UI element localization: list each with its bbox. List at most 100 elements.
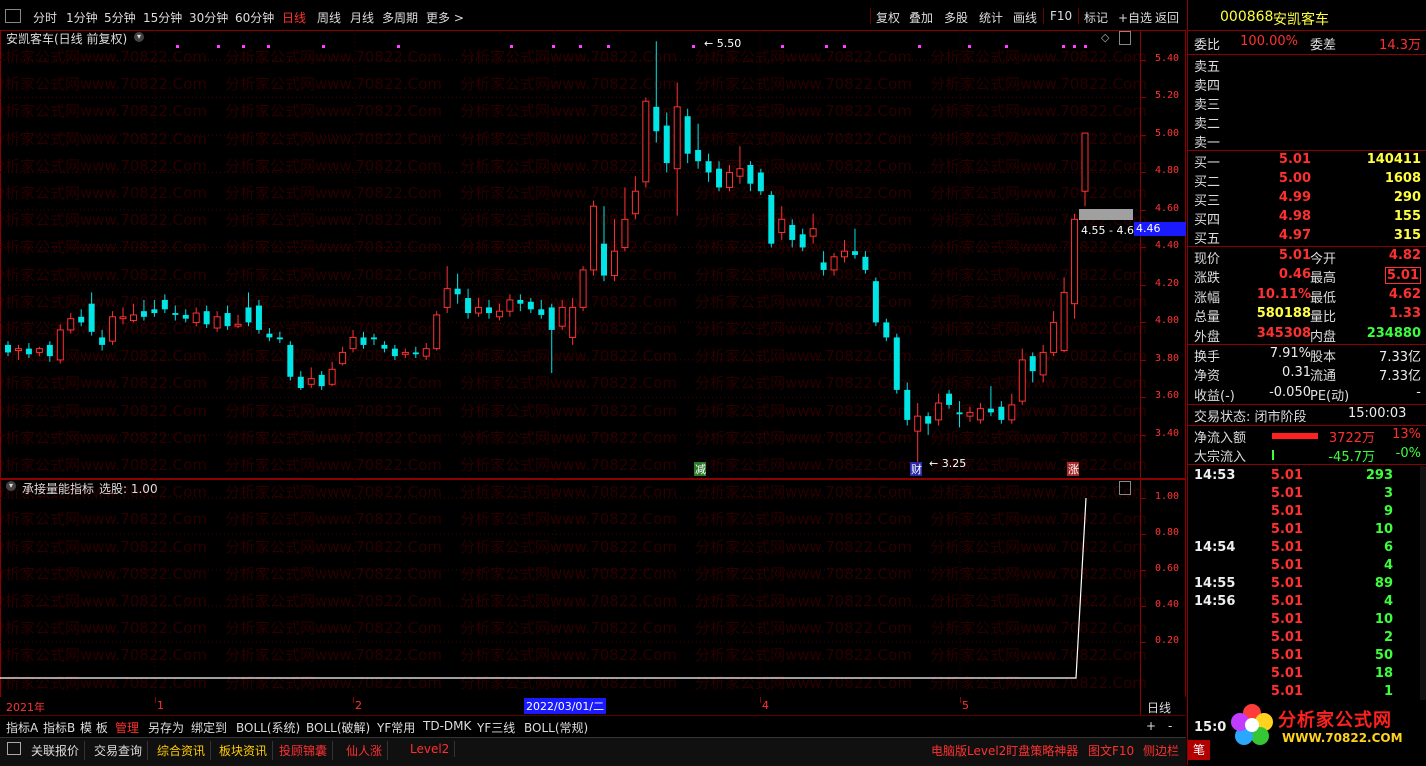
candle-body-up: [1050, 321, 1058, 353]
indicator-tab[interactable]: 模 板: [80, 719, 108, 736]
toolbar-button[interactable]: 画线: [1013, 9, 1037, 26]
panel-toggle-icon[interactable]: [7, 742, 21, 755]
signal-dot: [1084, 45, 1087, 48]
candle-body-down: [757, 172, 764, 192]
tick-time: 14:55: [1194, 576, 1236, 591]
price-axis-label: 4.80: [1155, 165, 1180, 177]
bottom-tab[interactable]: 投顾锦囊: [274, 741, 334, 760]
time-label: 5: [962, 699, 969, 712]
candle-body-down: [297, 376, 304, 389]
stat-label: 净资: [1194, 369, 1221, 385]
window-icon[interactable]: [5, 9, 21, 23]
bottom-right-link[interactable]: 侧边栏: [1138, 741, 1184, 760]
price-axis-label: 3.60: [1155, 390, 1180, 402]
signal-dot: [1005, 45, 1008, 48]
bottom-tab[interactable]: 综合资讯: [152, 741, 212, 760]
toolbar-button[interactable]: F10: [1050, 9, 1072, 23]
tab-ticks[interactable]: 笔: [1188, 740, 1210, 760]
period-tab[interactable]: 月线: [350, 9, 374, 26]
indicator-tab[interactable]: YF常用: [377, 719, 415, 736]
candle-body-down: [287, 344, 294, 377]
candlestick-chart[interactable]: ← 5.50 ← 3.25 减 财 涨: [0, 30, 1140, 478]
buy-volume: 290: [1393, 190, 1421, 205]
period-tab[interactable]: 60分钟: [235, 9, 274, 26]
candle-body-up: [67, 318, 75, 331]
candle-body-down: [548, 307, 555, 330]
toolbar-button[interactable]: 返回: [1155, 9, 1179, 26]
indicator-tick: [1141, 642, 1146, 643]
zoom-out-button[interactable]: -: [1168, 719, 1172, 733]
period-tab[interactable]: 周线: [317, 9, 341, 26]
quote-panel: 000868 安凯客车 委比 100.00% 委差 14.3万 交易状态: 闭市…: [1187, 0, 1426, 765]
signal-dot: [781, 45, 784, 48]
candle-body-down: [695, 149, 702, 162]
tick-volume: 50: [1374, 648, 1393, 663]
stat-value: 345308: [1256, 325, 1311, 341]
stat-value: 1.33: [1388, 306, 1421, 322]
bottom-tab[interactable]: Level2: [405, 741, 456, 757]
indicator-chart[interactable]: [0, 478, 1140, 697]
period-tab[interactable]: 分时: [33, 9, 57, 26]
stat-row: 换手 7.91% 股本 7.33亿: [1188, 346, 1423, 365]
indicator-tick: [1141, 534, 1146, 535]
tick-volume: 6: [1383, 540, 1393, 555]
candle-body-down: [705, 161, 712, 173]
flow-label: 大宗流入: [1194, 450, 1247, 465]
period-tab[interactable]: 1分钟: [66, 9, 98, 26]
tick-row: 5.01 2: [1188, 630, 1423, 648]
bottom-right-link[interactable]: 图文F10: [1083, 741, 1139, 760]
indicator-tab[interactable]: BOLL(常规): [524, 719, 588, 736]
bottom-tab[interactable]: 关联报价: [26, 741, 86, 760]
buy-level-label: 买一: [1194, 156, 1221, 171]
candle-body-up: [475, 306, 483, 314]
stat-row: 涨跌 0.46 最高 5.01: [1188, 267, 1423, 286]
indicator-tab[interactable]: 指标B: [43, 719, 75, 736]
candle-body-down: [266, 333, 273, 338]
tick-list[interactable]: 14:53 5.01 293 5.01 3 5.01 9 5.01 10 14:54 5.01 6 5.…: [1188, 468, 1423, 699]
signal-dot: [552, 45, 555, 48]
candle-body-down: [224, 313, 231, 327]
period-tab[interactable]: 多周期: [382, 9, 418, 26]
candle-body-up: [1018, 359, 1026, 402]
price-tick: [1141, 322, 1146, 324]
time-axis[interactable]: 2021年 1 2 2022/03/01/二 4 5 日线: [0, 697, 1186, 715]
stat-value: 0.46: [1278, 267, 1311, 283]
period-tab[interactable]: 30分钟: [189, 9, 228, 26]
event-tag: 涨: [1068, 463, 1079, 476]
period-tab[interactable]: 15分钟: [143, 9, 182, 26]
candle-body-up: [914, 415, 922, 432]
indicator-tab[interactable]: 管理: [115, 719, 139, 736]
zoom-in-button[interactable]: +: [1146, 719, 1156, 733]
tick-row: 5.01 10: [1188, 522, 1423, 540]
toolbar-button[interactable]: 叠加: [909, 9, 933, 26]
bottom-right-link[interactable]: 电脑版Level2盯盘策略神器: [926, 741, 1083, 760]
candle-body-up: [673, 106, 681, 170]
indicator-tab[interactable]: TD-DMK: [423, 719, 471, 733]
tick-volume: 18: [1374, 666, 1393, 681]
candle-body-down: [1029, 356, 1036, 372]
period-tab[interactable]: 5分钟: [104, 9, 136, 26]
tick-scrollbar[interactable]: [1420, 466, 1426, 716]
indicator-tab[interactable]: 绑定到: [191, 719, 227, 736]
toolbar-button[interactable]: 统计: [979, 9, 1003, 26]
toolbar-button[interactable]: 复权: [876, 9, 900, 26]
period-tab[interactable]: 日线: [282, 9, 306, 26]
bottom-tab[interactable]: 板块资讯: [214, 741, 274, 760]
period-tab[interactable]: 更多 >: [426, 9, 464, 26]
indicator-tab[interactable]: 指标A: [6, 719, 38, 736]
candle-body-down: [151, 309, 158, 314]
time-label: 2022/03/01/二: [524, 698, 607, 714]
bottom-tab[interactable]: 仙人涨: [341, 741, 389, 760]
toolbar-button[interactable]: 标记: [1084, 9, 1108, 26]
indicator-tab[interactable]: BOLL(破解): [306, 719, 370, 736]
bottom-tab[interactable]: 交易查询: [89, 741, 149, 760]
toolbar-button[interactable]: +自选: [1118, 9, 1152, 26]
indicator-tab[interactable]: 另存为: [148, 719, 184, 736]
site-logo: 分析家公式网 WWW.70822.COM: [1228, 700, 1426, 750]
stat-label: 股本: [1310, 350, 1337, 365]
toolbar-button[interactable]: 多股: [944, 9, 968, 26]
buy-level-label: 买二: [1194, 175, 1221, 190]
indicator-tab[interactable]: BOLL(系统): [236, 719, 300, 736]
indicator-tab[interactable]: YF三线: [477, 719, 515, 736]
flower-logo-icon: [1231, 704, 1273, 745]
